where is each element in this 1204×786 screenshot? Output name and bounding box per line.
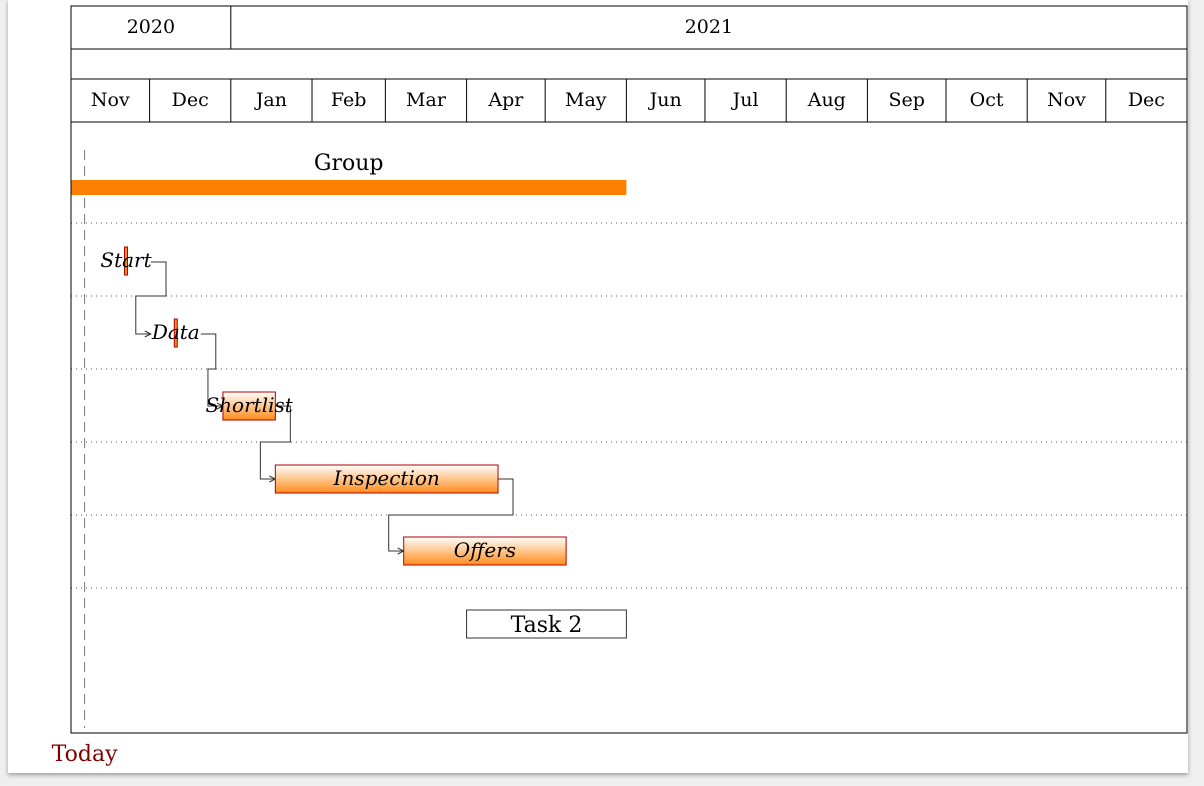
- group-label: Group: [314, 151, 384, 176]
- month-label: Apr: [487, 89, 524, 111]
- month-label: Jan: [254, 89, 287, 111]
- month-label: May: [565, 89, 607, 111]
- year-label: 2021: [685, 16, 733, 38]
- task-label: Offers: [454, 538, 516, 562]
- group-bar: Group: [71, 151, 627, 195]
- month-label: Feb: [331, 89, 367, 111]
- month-label: Mar: [406, 89, 447, 111]
- chart-page: 2020 2021 Nov Dec Jan Feb Mar Apr May Jun Jul Aug Se…: [8, 0, 1188, 773]
- timeline-header: 2020 2021 Nov Dec Jan Feb Mar Apr May Jun Jul Aug Se…: [71, 6, 1187, 123]
- year-label: 2020: [127, 16, 175, 38]
- task-label: Shortlist: [205, 393, 293, 417]
- task-label: Data: [151, 320, 200, 344]
- group-bar-rect: [71, 180, 627, 195]
- month-label: Dec: [172, 89, 209, 111]
- today-label: Today: [52, 742, 118, 767]
- month-label: Dec: [1128, 89, 1165, 111]
- month-label: Aug: [807, 89, 846, 111]
- month-label: Sep: [888, 89, 924, 111]
- chart-border: [70, 5, 1188, 734]
- today-line: Today: [52, 150, 118, 767]
- month-label: Nov: [1047, 89, 1086, 111]
- month-label: Oct: [970, 89, 1004, 111]
- task-label: Inspection: [333, 466, 440, 490]
- dependency-links: [135, 261, 514, 551]
- task-bars: Start Data Shortlist Inspection Offers Task 2: [100, 246, 627, 639]
- task-label: Start: [100, 248, 152, 272]
- month-label: Jul: [731, 89, 759, 111]
- month-label: Jun: [648, 89, 682, 111]
- gantt-chart: 2020 2021 Nov Dec Jan Feb Mar Apr May Jun Jul Aug Se…: [52, 5, 1188, 767]
- task-label: Task 2: [511, 613, 583, 638]
- chart-frame: [70, 5, 1188, 734]
- month-label: Nov: [91, 89, 130, 111]
